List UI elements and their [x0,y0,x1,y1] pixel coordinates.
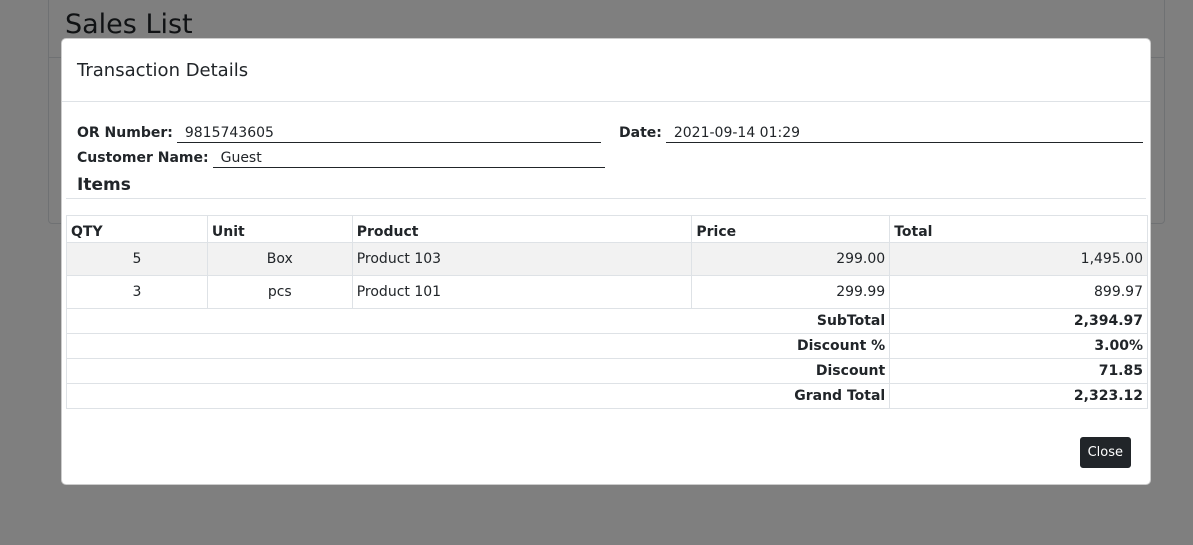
date-field: Date: 2021-09-14 01:29 [619,121,1143,143]
cell-qty: 5 [66,242,208,276]
customer-name-value: Guest [212,148,605,168]
table-header-row: QTY Unit Product Price Total [66,215,1148,243]
modal-body: OR Number: 9815743605 Date: 2021-09-14 0… [62,102,1150,422]
cell-price: 299.00 [691,242,891,276]
or-number-label: OR Number: [77,125,173,141]
customer-name-label: Customer Name: [77,150,209,166]
discount-percent-value: 3.00% [889,333,1148,359]
discount-label: Discount [65,358,891,384]
table-row: 5 Box Product 103 299.00 1,495.00 [66,242,1148,276]
column-header-qty: QTY [66,215,208,243]
modal-title: Transaction Details [77,59,249,81]
or-number-value: 9815743605 [176,123,601,143]
items-heading: Items [77,175,131,195]
cell-product: Product 103 [351,242,693,276]
subtotal-value: 2,394.97 [889,308,1148,334]
or-number-field: OR Number: 9815743605 [77,121,601,143]
modal-header: Transaction Details [62,39,1150,102]
column-header-price: Price [691,215,891,243]
subtotal-row: SubTotal 2,394.97 [65,308,1148,334]
items-table: QTY Unit Product Price Total 5 Box Produ… [65,215,1148,409]
discount-row: Discount 71.85 [65,358,1148,384]
date-label: Date: [619,125,662,141]
grand-total-label: Grand Total [65,383,891,409]
grand-total-value: 2,323.12 [889,383,1148,409]
table-row: 3 pcs Product 101 299.99 899.97 [66,275,1148,309]
cell-qty: 3 [66,275,208,309]
cell-price: 299.99 [691,275,891,309]
column-header-unit: Unit [206,215,353,243]
discount-value: 71.85 [889,358,1148,384]
divider [66,198,1146,199]
grand-total-row: Grand Total 2,323.12 [65,383,1148,409]
customer-name-field: Customer Name: Guest [77,146,605,168]
cell-unit: pcs [206,275,353,309]
cell-total: 899.97 [889,275,1148,309]
transaction-details-modal: Transaction Details OR Number: 981574360… [61,38,1151,485]
discount-percent-row: Discount % 3.00% [65,333,1148,359]
date-value: 2021-09-14 01:29 [665,123,1143,143]
column-header-product: Product [351,215,693,243]
cell-product: Product 101 [351,275,693,309]
close-button[interactable]: Close [1079,437,1131,468]
subtotal-label: SubTotal [65,308,891,334]
cell-unit: Box [206,242,353,276]
cell-total: 1,495.00 [889,242,1148,276]
column-header-total: Total [889,215,1148,243]
discount-percent-label: Discount % [65,333,891,359]
